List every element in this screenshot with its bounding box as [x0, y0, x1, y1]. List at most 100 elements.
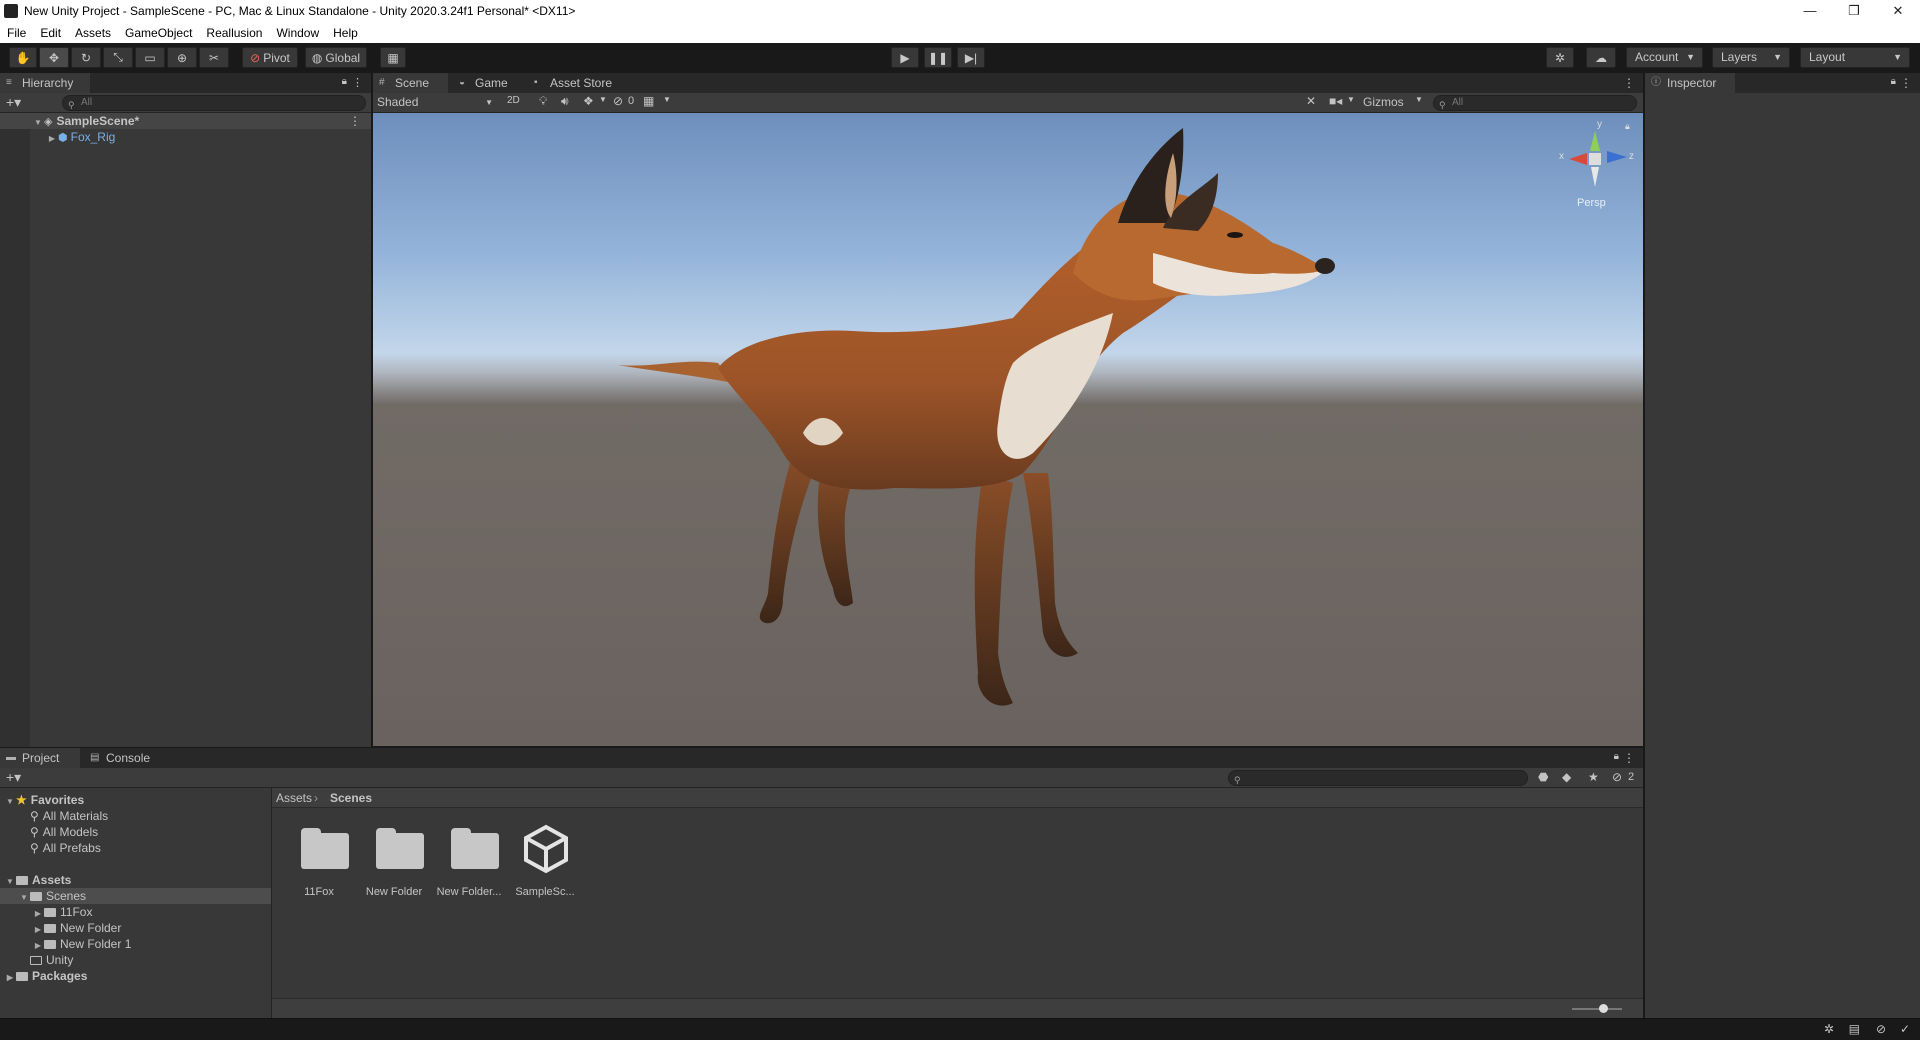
tree-label: Scenes — [46, 889, 87, 903]
close-button[interactable]: ✕ — [1876, 0, 1920, 22]
debug-icon[interactable]: ✲ — [1824, 1022, 1834, 1036]
menu-help[interactable]: Help — [326, 26, 365, 40]
chevron-down-icon[interactable]: ▼ — [663, 95, 671, 104]
tree-item-new-folder[interactable]: ▶ New Folder — [32, 920, 121, 936]
lighting-icon[interactable]: 💡︎ — [539, 94, 547, 109]
audio-icon[interactable]: 🔊︎ — [561, 94, 569, 109]
scene-viewport[interactable]: y x z 🔒︎ Persp — [373, 113, 1643, 746]
favorites-row[interactable]: ▼ ★ Favorites — [4, 792, 84, 808]
more-icon[interactable]: ⋮ — [352, 76, 363, 89]
account-label: Account — [1635, 50, 1679, 64]
menu-assets[interactable]: Assets — [68, 26, 118, 40]
info-icon: ⓘ — [1651, 77, 1661, 88]
favorite-item[interactable]: ⚲ All Prefabs — [30, 840, 101, 856]
lock-icon[interactable]: 🔒︎ — [1614, 751, 1619, 762]
scene-more-icon[interactable]: ⋮ — [349, 113, 361, 129]
cloud-icon[interactable]: ☁ — [1586, 47, 1616, 68]
splitter[interactable] — [271, 788, 272, 1018]
shading-dropdown[interactable]: Shaded ▼ — [377, 94, 497, 111]
favorite-item[interactable]: ⚲ All Models — [30, 824, 98, 840]
chevron-down-icon[interactable]: ▼ — [1347, 95, 1355, 104]
layers-dropdown[interactable]: Layers ▼ — [1712, 47, 1790, 68]
search-icon: ⚲ — [30, 825, 39, 839]
step-button[interactable]: ▶| — [957, 47, 985, 68]
slider-thumb[interactable] — [1599, 1004, 1608, 1013]
assets-row[interactable]: ▼ Assets — [4, 872, 71, 888]
console-tab-label: Console — [106, 751, 151, 765]
filter-type-icon[interactable]: ⬣ — [1538, 770, 1548, 784]
effects-icon[interactable]: ❖ — [583, 94, 594, 108]
scene-row[interactable]: ▼ ◈ SampleScene* ⋮ — [0, 113, 371, 129]
hierarchy-search-input[interactable]: ⚲ All — [62, 95, 366, 111]
account-dropdown[interactable]: Account ▼ — [1626, 47, 1703, 68]
chevron-down-icon[interactable]: ▼ — [599, 95, 607, 104]
add-icon[interactable]: +▾ — [6, 769, 21, 786]
gizmos-dropdown[interactable]: Gizmos — [1363, 95, 1404, 109]
project-tabbar: ▬ Project ▤ Console 🔒︎ ⋮ — [0, 748, 1643, 768]
tab-console[interactable]: ▤ Console — [84, 748, 164, 768]
rect-tool-icon[interactable]: ▭ — [135, 47, 165, 68]
add-icon[interactable]: +▾ — [6, 94, 21, 111]
hand-tool-icon[interactable]: ✋ — [9, 47, 37, 68]
lock-icon[interactable]: 🔒︎ — [342, 76, 347, 87]
tab-inspector[interactable]: ⓘ Inspector — [1645, 73, 1735, 93]
breadcrumb-scenes[interactable]: Scenes — [330, 791, 372, 805]
orientation-gizmo[interactable]: y x z 🔒︎ Persp — [1555, 117, 1635, 209]
move-tool-icon[interactable]: ✥ — [39, 47, 69, 68]
tree-item-11fox[interactable]: ▶ 11Fox — [32, 904, 93, 920]
collab-icon[interactable]: ✲ — [1546, 47, 1574, 68]
breadcrumb-assets[interactable]: Assets — [276, 791, 312, 805]
2d-toggle[interactable]: 2D — [507, 95, 520, 106]
custom-tool-icon[interactable]: ✂ — [199, 47, 229, 68]
scene-search-input[interactable]: ⚲ All — [1433, 95, 1637, 111]
tree-item-unity[interactable]: Unity — [30, 952, 73, 968]
menu-edit[interactable]: Edit — [33, 26, 68, 40]
tree-item-new-folder-1[interactable]: ▶ New Folder 1 — [32, 936, 131, 952]
scene-more-icon[interactable]: ⋮ — [1623, 76, 1635, 90]
transform-tool-icon[interactable]: ⊕ — [167, 47, 197, 68]
hierarchy-subbar: +▾ ⚲ All — [0, 93, 371, 113]
tab-hierarchy[interactable]: ≡ Hierarchy — [0, 73, 90, 93]
chevron-down-icon[interactable]: ▼ — [1415, 95, 1423, 104]
hidden-packages-icon[interactable]: ⊘ — [1612, 770, 1622, 784]
packages-row[interactable]: ▶ Packages — [4, 968, 87, 984]
asset-label: New Folder... — [436, 886, 502, 898]
checkmark-icon[interactable]: ✓ — [1900, 1022, 1910, 1036]
tab-project[interactable]: ▬ Project — [0, 748, 80, 768]
favorite-star-icon[interactable]: ★ — [1588, 770, 1599, 784]
tab-asset-store[interactable]: ▪ Asset Store — [528, 73, 628, 93]
lock-icon[interactable]: 🔒︎ — [1891, 76, 1896, 87]
tab-scene[interactable]: # Scene — [373, 73, 448, 93]
projection-label[interactable]: Persp — [1577, 197, 1606, 209]
filter-label-icon[interactable]: ◆ — [1562, 770, 1571, 784]
favorite-item[interactable]: ⚲ All Materials — [30, 808, 108, 824]
camera-icon[interactable]: ■◂ — [1329, 94, 1342, 108]
menu-file[interactable]: File — [0, 26, 33, 40]
cache-icon[interactable]: ▤ — [1849, 1022, 1860, 1036]
play-button[interactable]: ▶ — [891, 47, 919, 68]
scale-tool-icon[interactable]: ⤡ — [103, 47, 133, 68]
menu-gameobject[interactable]: GameObject — [118, 26, 199, 40]
global-toggle[interactable]: ◍ Global — [305, 47, 367, 68]
menu-reallusion[interactable]: Reallusion — [199, 26, 269, 40]
hidden-objects-icon[interactable]: ⊘ — [613, 94, 623, 108]
more-icon[interactable]: ⋮ — [1623, 751, 1635, 765]
maximize-button[interactable]: ❐ — [1832, 0, 1876, 22]
tab-game[interactable]: ◒ Game — [453, 73, 525, 93]
project-search-input[interactable]: ⚲ — [1228, 770, 1528, 786]
grid-snap-icon[interactable]: ▦ — [380, 47, 406, 68]
hierarchy-item[interactable]: ▶ ⬢ Fox_Rig — [0, 129, 115, 145]
pause-button[interactable]: ❚❚ — [924, 47, 952, 68]
rotate-tool-icon[interactable]: ↻ — [71, 47, 101, 68]
breadcrumb-separator-icon: › — [314, 791, 318, 805]
tools-icon[interactable]: ✕ — [1306, 94, 1316, 108]
pivot-toggle[interactable]: ⊘ Pivot — [242, 47, 298, 68]
menu-window[interactable]: Window — [269, 26, 326, 40]
tree-item-scenes[interactable]: ▼ Scenes — [0, 888, 271, 904]
layout-dropdown[interactable]: Layout ▼ — [1800, 47, 1910, 68]
more-icon[interactable]: ⋮ — [1900, 76, 1912, 90]
minimize-button[interactable]: — — [1788, 0, 1832, 22]
grid-icon[interactable]: ▦ — [643, 94, 654, 108]
icon-size-slider[interactable] — [1572, 1008, 1622, 1010]
auto-generate-icon[interactable]: ⊘ — [1876, 1022, 1886, 1036]
